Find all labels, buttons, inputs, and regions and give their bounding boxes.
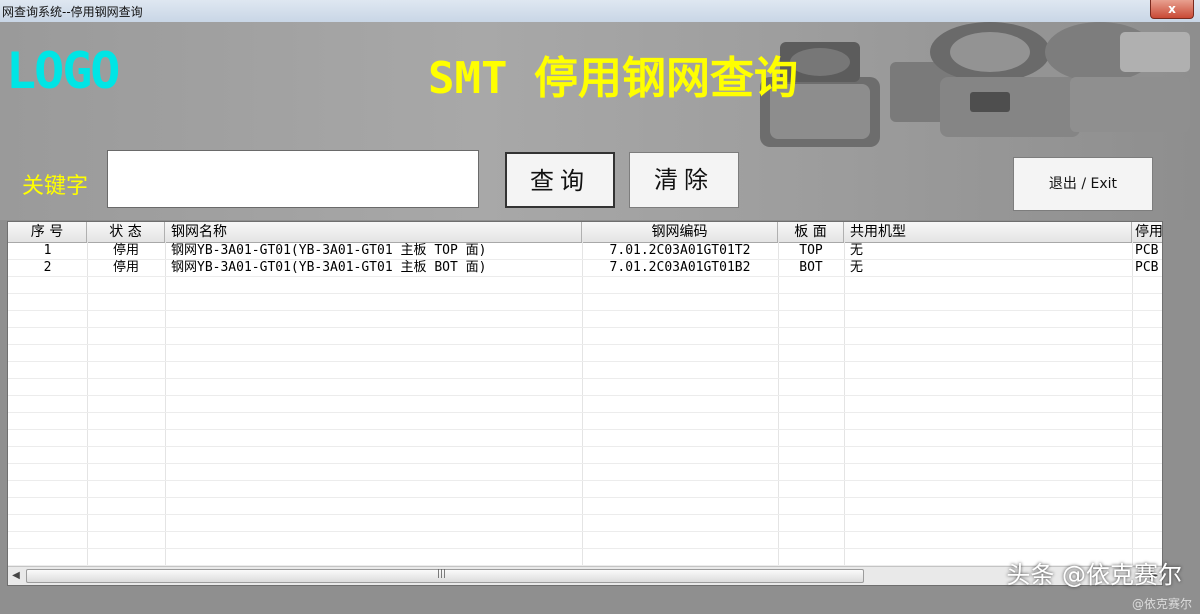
column-header-name[interactable]: 钢网名称 (165, 222, 582, 242)
grid-header: 序 号 状 态 钢网名称 钢网编码 板 面 共用机型 停用 (8, 222, 1162, 243)
page-title: SMT 停用钢网查询 (428, 53, 798, 104)
results-grid[interactable]: 序 号 状 态 钢网名称 钢网编码 板 面 共用机型 停用 1 停用 钢网YB-… (7, 221, 1163, 586)
cell-side: BOT (799, 260, 823, 275)
close-button[interactable]: x (1150, 0, 1194, 19)
cell-disabled: PCB (1135, 260, 1159, 275)
exit-button[interactable]: 退出 / Exit (1013, 157, 1153, 211)
cell-code: 7.01.2C03A01GT01B2 (609, 260, 751, 275)
column-header-status[interactable]: 状 态 (87, 222, 165, 242)
machine-graphic (760, 22, 1190, 147)
cell-side: TOP (799, 243, 823, 258)
header-banner: LOGO SMT 停用钢网查询 关键字 查询 清除 退出 / Exit (0, 22, 1200, 220)
cell-shared-model: 无 (850, 260, 864, 275)
table-row[interactable]: 1 停用 钢网YB-3A01-GT01(YB-3A01-GT01 主板 TOP … (8, 242, 1162, 260)
horizontal-scrollbar[interactable]: ◀ ||| ▶ (8, 566, 1162, 585)
watermark-small: @依克赛尔 (1131, 597, 1192, 611)
column-header-disabled[interactable]: 停用 (1132, 222, 1162, 242)
title-bar: 网查询系统--停用钢网查询 x (0, 0, 1200, 23)
cell-shared-model: 无 (850, 243, 864, 258)
window-title: 网查询系统--停用钢网查询 (2, 5, 143, 19)
scroll-left-icon[interactable]: ◀ (8, 567, 24, 584)
keyword-label: 关键字 (22, 174, 89, 199)
column-header-shared-model[interactable]: 共用机型 (844, 222, 1132, 242)
cell-index: 1 (43, 243, 52, 258)
cell-code: 7.01.2C03A01GT01T2 (609, 243, 751, 258)
column-header-side[interactable]: 板 面 (778, 222, 844, 242)
scrollbar-thumb[interactable]: ||| (26, 569, 864, 583)
query-button[interactable]: 查询 (505, 152, 615, 208)
cell-name: 钢网YB-3A01-GT01(YB-3A01-GT01 主板 TOP 面) (171, 243, 487, 258)
cell-disabled: PCB (1135, 243, 1159, 258)
cell-status: 停用 (112, 243, 139, 258)
cell-index: 2 (43, 260, 52, 275)
watermark: 头条 @依克赛尔 (1006, 561, 1182, 589)
clear-button[interactable]: 清除 (629, 152, 739, 208)
grid-rows: 1 停用 钢网YB-3A01-GT01(YB-3A01-GT01 主板 TOP … (8, 242, 1162, 568)
keyword-input[interactable] (107, 150, 479, 208)
cell-status: 停用 (112, 260, 139, 275)
logo: LOGO (6, 42, 120, 100)
column-header-code[interactable]: 钢网编码 (582, 222, 778, 242)
column-header-index[interactable]: 序 号 (8, 222, 87, 242)
cell-name: 钢网YB-3A01-GT01(YB-3A01-GT01 主板 BOT 面) (171, 260, 487, 275)
table-row[interactable]: 2 停用 钢网YB-3A01-GT01(YB-3A01-GT01 主板 BOT … (8, 259, 1162, 277)
